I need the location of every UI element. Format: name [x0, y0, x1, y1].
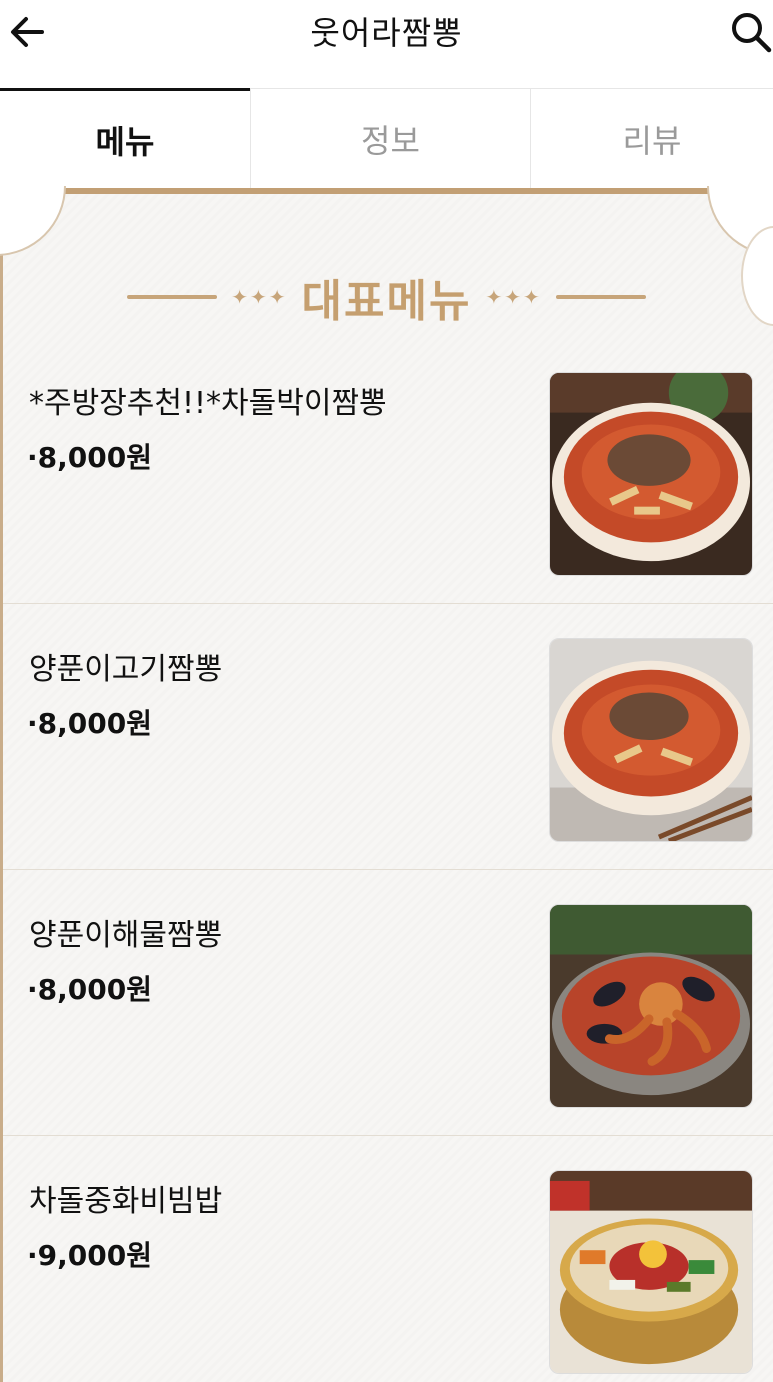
tab-bar: 메뉴 정보 리뷰 [0, 88, 773, 189]
menu-item-name: 차돌중화비빔밥 [29, 1184, 223, 1219]
food-image [550, 373, 752, 575]
search-icon [732, 13, 772, 53]
sparkle-icon: ✦✦✦ [485, 285, 542, 309]
app-screen: 웃어라짬뽕 메뉴 정보 리뷰 ✦✦✦ 대표메뉴 ✦✦✦ *주방장추천!!*차돌박… [0, 0, 773, 1382]
section-heading: ✦✦✦ 대표메뉴 ✦✦✦ [0, 262, 773, 332]
food-image [550, 1171, 752, 1373]
tab-reviews[interactable]: 리뷰 [530, 89, 773, 189]
menu-item-price: ·8,000원 [27, 973, 152, 1006]
tab-menu[interactable]: 메뉴 [0, 88, 250, 188]
menu-item-name: 양푼이고기짬뽕 [29, 652, 223, 687]
beef-jjamppong-photo [549, 372, 753, 576]
food-image [550, 905, 752, 1107]
search-button[interactable] [729, 10, 773, 54]
menu-item-price: ·9,000원 [27, 1239, 152, 1272]
section-title: 대표메뉴 [301, 276, 472, 327]
page-title: 웃어라짬뽕 [310, 14, 463, 52]
sparkle-icon: ✦✦✦ [231, 285, 288, 309]
food-image [550, 639, 752, 841]
heading-line-right [555, 295, 646, 299]
seafood-jjamppong-photo [549, 904, 753, 1108]
menu-item-name: 양푼이해물짬뽕 [29, 918, 223, 953]
menu-item[interactable]: 양푼이해물짬뽕 ·8,000원 [3, 870, 773, 1136]
menu-item-price: ·8,000원 [27, 441, 152, 474]
bibimbap-photo [549, 1170, 753, 1374]
meat-jjamppong-photo [549, 638, 753, 842]
menu-item[interactable]: *주방장추천!!*차돌박이짬뽕 ·8,000원 [3, 338, 773, 604]
top-app-bar: 웃어라짬뽕 [0, 0, 773, 88]
tab-info[interactable]: 정보 [250, 89, 530, 189]
heading-line-left [127, 295, 218, 299]
paper-top-border [52, 188, 724, 194]
menu-item-price: ·8,000원 [27, 707, 152, 740]
menu-item[interactable]: 차돌중화비빔밥 ·9,000원 [3, 1136, 773, 1382]
menu-item[interactable]: 양푼이고기짬뽕 ·8,000원 [3, 604, 773, 870]
menu-item-name: *주방장추천!!*차돌박이짬뽕 [29, 386, 387, 421]
